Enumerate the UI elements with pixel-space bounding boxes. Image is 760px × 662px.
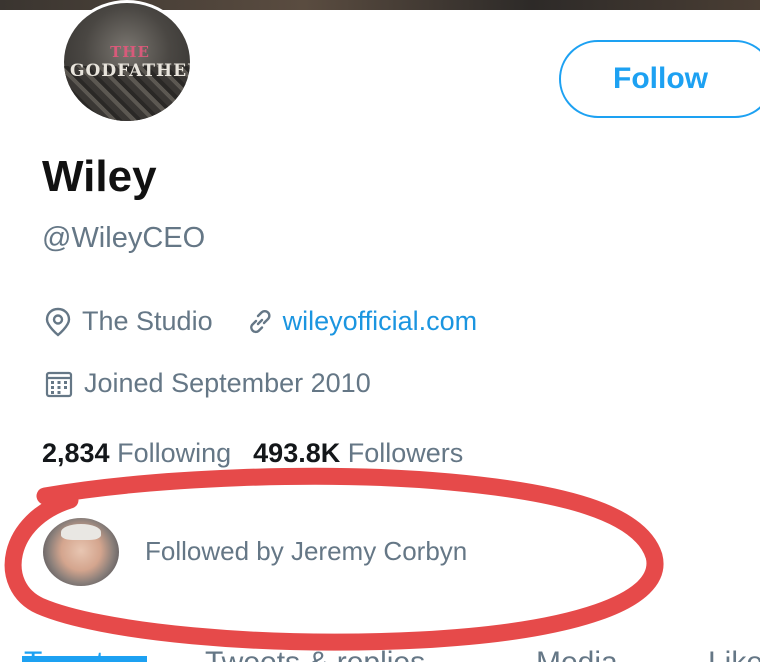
display-name: Wiley — [42, 152, 157, 201]
followers-count: 493.8K — [253, 438, 341, 468]
website-url[interactable]: wileyofficial.com — [283, 306, 478, 337]
followers-label: Followers — [347, 438, 464, 468]
user-handle: @WileyCEO — [42, 222, 206, 254]
follow-stats: 2,834 Following 493.8K Followers — [42, 438, 463, 469]
follower-avatar[interactable] — [43, 518, 119, 586]
profile-avatar[interactable]: THE GODFATHER — [61, 0, 193, 124]
website-link[interactable]: wileyofficial.com — [245, 306, 478, 337]
location-pin-icon — [45, 307, 71, 337]
avatar-logo-line2: GODFATHER — [70, 61, 193, 81]
tab-media[interactable]: Media — [536, 646, 618, 662]
avatar-logo-line1: THE — [110, 43, 150, 61]
followed-by-text[interactable]: Followed by Jeremy Corbyn — [145, 536, 467, 567]
avatar-logo: THE GODFATHER — [70, 43, 190, 81]
following-label: Following — [117, 438, 232, 468]
joined-date: Joined September 2010 — [84, 368, 371, 398]
tab-tweets-replies[interactable]: Tweets & replies — [205, 646, 425, 662]
active-tab-indicator — [22, 656, 147, 662]
follower-avatar-photo — [61, 524, 101, 540]
followers-stat[interactable]: 493.8K Followers — [253, 438, 463, 468]
location-text: The Studio — [82, 306, 213, 336]
joined-row: Joined September 2010 — [44, 368, 371, 399]
follow-button[interactable]: Follow — [559, 40, 760, 118]
link-icon — [249, 309, 271, 333]
profile-meta-row: The Studio wileyofficial.com — [44, 306, 477, 337]
following-count: 2,834 — [42, 438, 110, 468]
calendar-icon — [45, 371, 73, 397]
following-stat[interactable]: 2,834 Following — [42, 438, 231, 468]
tab-likes[interactable]: Likes — [708, 646, 760, 662]
